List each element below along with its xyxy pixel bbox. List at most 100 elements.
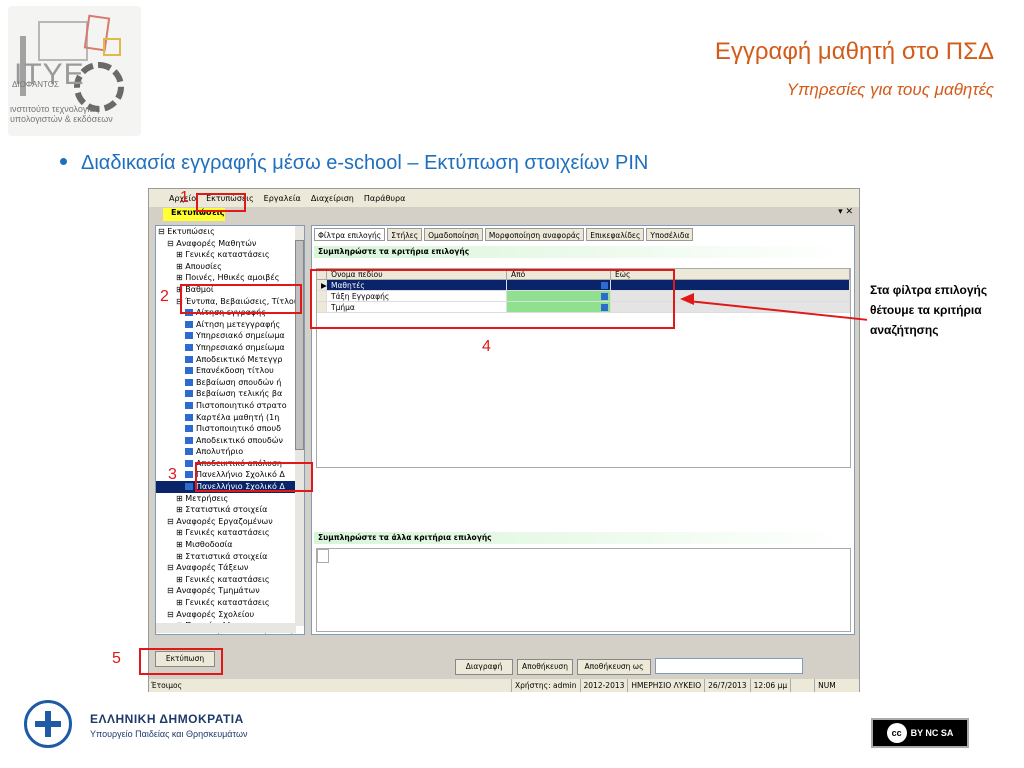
- collapse-icon[interactable]: ⊟: [167, 563, 176, 572]
- report-doc-icon[interactable]: [185, 459, 193, 467]
- tree-node[interactable]: ⊞ Γενικές καταστάσεις: [156, 574, 304, 586]
- logo-institute-text: ινστιτούτο τεχνολογίας υπολογιστών & εκδ…: [10, 104, 113, 124]
- save-as-button[interactable]: Αποθήκευση ως: [577, 659, 651, 675]
- collapse-icon[interactable]: ⊟: [167, 610, 176, 619]
- tree-node[interactable]: ⊞ Στατιστικά στοιχεία: [156, 504, 304, 516]
- menu-item[interactable]: Διαχείριση: [311, 194, 354, 203]
- tree-node-label: Επανέκδοση τίτλου: [196, 366, 274, 376]
- expand-icon[interactable]: ⊞: [176, 575, 185, 584]
- expand-icon[interactable]: ⊞: [176, 528, 185, 537]
- tree-node[interactable]: ⊞ Απουσίες: [156, 261, 304, 273]
- tree-node-label: Πιστοποιητικό στρατο: [196, 400, 287, 410]
- tree-node[interactable]: ⊟ Αναφορές Εργαζομένων: [156, 516, 304, 528]
- expand-icon[interactable]: ⊞: [176, 262, 185, 271]
- tree-node[interactable]: ⊞ Γενικές καταστάσεις: [156, 249, 304, 261]
- report-doc-icon[interactable]: [185, 355, 193, 363]
- report-doc-icon[interactable]: [185, 401, 193, 409]
- bullet-dot-icon: [60, 158, 67, 166]
- tree-node[interactable]: ⊟ Αναφορές Σχολείου: [156, 609, 304, 621]
- tree-node-label: Βεβαίωση σπουδών ή: [196, 377, 282, 387]
- tree-node[interactable]: Αποδεικτικό σπουδών: [156, 435, 304, 447]
- menu-item[interactable]: Εργαλεία: [264, 194, 301, 203]
- tree-node[interactable]: ⊞ Γενικές καταστάσεις: [156, 527, 304, 539]
- grid-cell[interactable]: [317, 549, 329, 563]
- collapse-icon[interactable]: ⊟: [167, 517, 176, 526]
- save-button[interactable]: Αποθήκευση: [517, 659, 573, 675]
- bullet-label: Διαδικασία εγγραφής μέσω e-school – Εκτύ…: [81, 152, 649, 174]
- collapse-icon[interactable]: ⊟: [167, 239, 176, 248]
- collapse-icon[interactable]: ⊟: [167, 586, 176, 595]
- tree-node[interactable]: Βεβαίωση σπουδών ή: [156, 377, 304, 389]
- expand-icon[interactable]: ⊞: [176, 540, 185, 549]
- annotation-number-2: 2: [160, 288, 169, 305]
- tree-node[interactable]: ⊟ Αναφορές Τμημάτων: [156, 585, 304, 597]
- report-doc-icon[interactable]: [185, 471, 193, 479]
- annotation-box-4: [310, 269, 675, 329]
- itye-logo: ΙΤΥΕ ΔΙΟΦΑΝΤΟΣ ινστιτούτο τεχνολογίας υπ…: [8, 6, 141, 136]
- options-tab[interactable]: Φίλτρα επιλογής: [314, 228, 386, 241]
- expand-icon[interactable]: ⊞: [176, 250, 185, 259]
- tree-node[interactable]: ⊞ Μισθοδοσία: [156, 539, 304, 551]
- expand-icon[interactable]: ⊞: [176, 633, 185, 634]
- report-doc-icon[interactable]: [185, 332, 193, 340]
- tree-node[interactable]: ⊟ Αναφορές Μαθητών: [156, 238, 304, 250]
- expand-icon[interactable]: ⊞: [176, 273, 185, 282]
- report-doc-icon[interactable]: [185, 483, 193, 491]
- report-doc-icon[interactable]: [185, 320, 193, 328]
- menu-item[interactable]: Παράθυρα: [364, 194, 406, 203]
- annotation-box-3: [195, 462, 313, 492]
- tree-node-label: Εκτυπώσεις: [167, 227, 215, 236]
- tree-node[interactable]: Πιστοποιητικό σπουδ: [156, 423, 304, 435]
- other-filter-grid[interactable]: [316, 548, 851, 632]
- report-doc-icon[interactable]: [185, 436, 193, 444]
- filter-header: Συμπληρώστε τα κριτήρια επιλογής: [314, 246, 850, 258]
- expand-icon[interactable]: ⊞: [176, 494, 185, 503]
- tree-node[interactable]: Επανέκδοση τίτλου: [156, 365, 304, 377]
- report-name-input[interactable]: [655, 658, 803, 674]
- annotation-box-1: [196, 193, 246, 212]
- tree-node-label: Υπηρεσιακό σημείωμα: [196, 331, 285, 341]
- other-filter-header: Συμπληρώστε τα άλλα κριτήρια επιλογής: [314, 532, 850, 544]
- options-tab[interactable]: Ομαδοποίηση: [424, 228, 483, 241]
- delete-button[interactable]: Διαγραφή: [455, 659, 513, 675]
- tree-node[interactable]: Καρτέλα μαθητή (1η: [156, 412, 304, 424]
- options-tab[interactable]: Επικεφαλίδες: [586, 228, 645, 241]
- tree-node-label: Μισθοδοσία: [185, 540, 233, 550]
- slide-subtitle: Υπηρεσίες για τους μαθητές: [786, 80, 994, 99]
- tree-node[interactable]: ⊞ Στατιστικά στοιχεία: [156, 551, 304, 563]
- slide-title: Εγγραφή μαθητή στο ΠΣΔ: [714, 38, 994, 65]
- logo-subtext: ΔΙΟΦΑΝΤΟΣ: [12, 80, 59, 89]
- report-doc-icon[interactable]: [185, 367, 193, 375]
- close-icon[interactable]: ▾ ✕: [838, 207, 853, 217]
- options-tab[interactable]: Υποσέλιδα: [646, 228, 694, 241]
- expand-icon[interactable]: ⊞: [176, 552, 185, 561]
- report-doc-icon[interactable]: [185, 413, 193, 421]
- options-tabs: Φίλτρα επιλογής Στήλες Ομαδοποίηση Μορφοποί…: [312, 228, 854, 242]
- tree-node[interactable]: ⊟ Εκτυπώσεις: [156, 226, 304, 238]
- expand-icon[interactable]: ⊞: [176, 505, 185, 514]
- annotation-note: Στα φίλτρα επιλογής θέτουμε τα κριτήρια …: [870, 283, 988, 337]
- tree-node[interactable]: Αίτηση μετεγγραφής: [156, 319, 304, 331]
- tree-node[interactable]: ⊟ Αναφορές Τάξεων: [156, 562, 304, 574]
- tree-node-label: Απουσίες: [185, 261, 222, 271]
- tree-node[interactable]: Απολυτήριο: [156, 446, 304, 458]
- options-tab[interactable]: Στήλες: [387, 228, 423, 241]
- report-doc-icon[interactable]: [185, 378, 193, 386]
- tree-node[interactable]: Βεβαίωση τελικής βα: [156, 388, 304, 400]
- report-doc-icon[interactable]: [185, 448, 193, 456]
- annotation-box-2: [180, 284, 302, 314]
- tree-node[interactable]: ⊞ Μετρήσεις: [156, 493, 304, 505]
- report-doc-icon[interactable]: [185, 390, 193, 398]
- tree-hscrollbar[interactable]: [156, 623, 296, 633]
- expand-icon[interactable]: ⊞: [176, 598, 185, 607]
- tree-node[interactable]: ⊞ Ποινές, Ηθικές αμοιβές: [156, 272, 304, 284]
- tree-node[interactable]: ⊞ Γενικές καταστάσεις: [156, 597, 304, 609]
- tree-node[interactable]: Πιστοποιητικό στρατο: [156, 400, 304, 412]
- report-doc-icon[interactable]: [185, 425, 193, 433]
- tree-node[interactable]: Υπηρεσιακό σημείωμα: [156, 342, 304, 354]
- collapse-icon[interactable]: ⊟: [158, 227, 167, 236]
- options-tab[interactable]: Μορφοποίηση αναφοράς: [484, 228, 585, 241]
- report-doc-icon[interactable]: [185, 343, 193, 351]
- tree-node[interactable]: Αποδεικτικό Μετεγγρ: [156, 354, 304, 366]
- tree-node[interactable]: Υπηρεσιακό σημείωμα: [156, 330, 304, 342]
